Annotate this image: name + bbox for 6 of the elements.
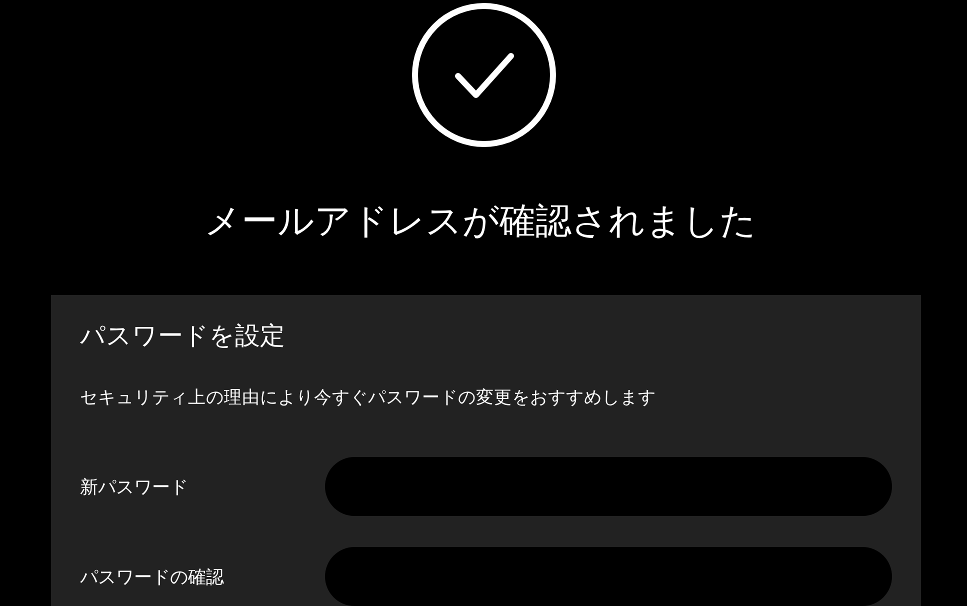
panel-heading: パスワードを設定 [80, 320, 286, 352]
checkmark-circle-icon [410, 2, 556, 148]
page-title: メールアドレスが確認されました [204, 200, 756, 244]
panel-description: セキュリティ上の理由により今すぐパスワードの変更をおすすめします [80, 387, 657, 410]
field-label: 新パスワード [80, 476, 189, 498]
field-label: パスワードの確認 [80, 566, 225, 588]
